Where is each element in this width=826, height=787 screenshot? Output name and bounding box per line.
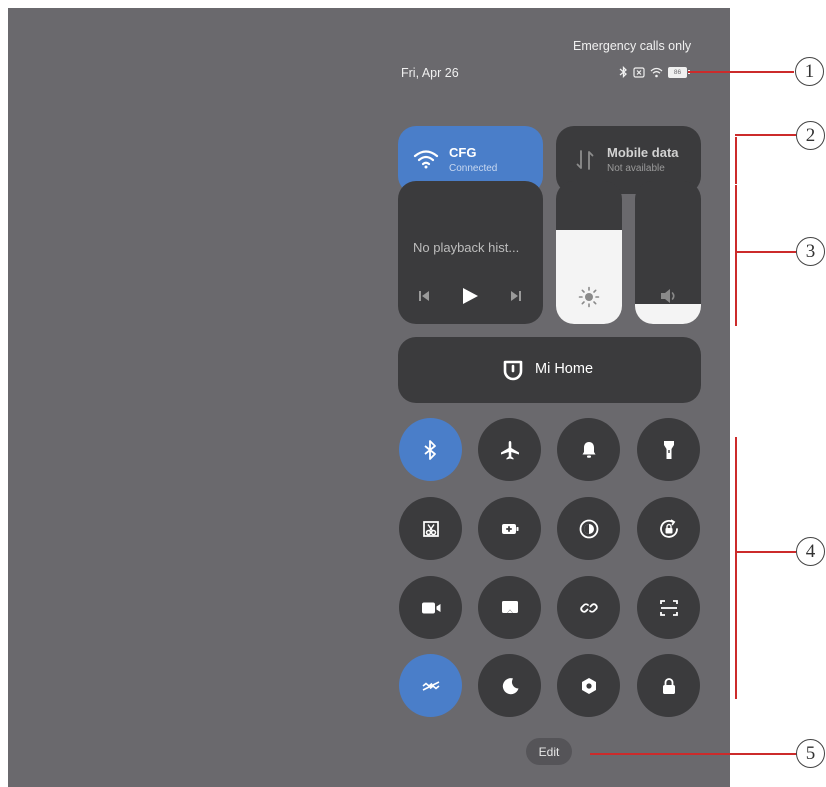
callout-line-1 — [688, 71, 794, 73]
callout-number-2: 2 — [796, 121, 825, 150]
callout-number-5: 5 — [796, 739, 825, 768]
flashlight-toggle[interactable] — [637, 418, 700, 481]
volume-icon — [661, 289, 675, 303]
callout-number-1: 1 — [795, 57, 824, 86]
status-icons: 86 — [619, 64, 690, 80]
brightness-slider-fill — [556, 229, 622, 324]
bluetooth-toggle[interactable] — [399, 418, 462, 481]
do-not-disturb-toggle[interactable] — [478, 654, 541, 717]
screenshot-icon — [422, 520, 439, 537]
callout-line-4 — [735, 551, 796, 553]
scanner-toggle[interactable] — [637, 576, 700, 639]
screenshot-toggle[interactable] — [399, 497, 462, 560]
bell-toggle[interactable] — [557, 418, 620, 481]
callout-bracket-3 — [735, 185, 737, 326]
scanner-icon — [659, 599, 678, 616]
cast-toggle[interactable] — [478, 576, 541, 639]
no-sim-icon — [633, 66, 645, 78]
settings-nut-icon — [581, 677, 596, 694]
mobile-data-title: Mobile data — [607, 145, 679, 160]
status-date: Fri, Apr 26 — [401, 66, 459, 80]
auto-rotate-lock-toggle[interactable] — [637, 497, 700, 560]
dark-mode-toggle[interactable] — [557, 497, 620, 560]
callout-line-3 — [735, 251, 796, 253]
mi-home-button[interactable]: Mi Home — [398, 337, 701, 403]
bluetooth-icon — [423, 439, 436, 460]
screen-recorder-toggle[interactable] — [399, 576, 462, 639]
bluetooth-status-icon — [619, 66, 627, 78]
callout-bracket-4 — [735, 437, 737, 699]
cast-icon — [501, 600, 518, 614]
lock-screen-icon — [662, 677, 675, 694]
screen-recorder-icon — [421, 602, 440, 613]
callout-number-4: 4 — [796, 537, 825, 566]
wifi-network-name: CFG — [449, 145, 477, 160]
play-icon[interactable] — [462, 287, 479, 305]
bell-icon — [582, 441, 595, 458]
edit-button[interactable]: Edit — [526, 738, 572, 765]
previous-track-icon[interactable] — [418, 290, 430, 302]
wifi-icon — [413, 150, 439, 169]
battery-saver-toggle[interactable] — [478, 497, 541, 560]
link-toggle[interactable] — [557, 576, 620, 639]
wifi-status-icon — [650, 67, 663, 77]
auto-rotate-lock-icon — [659, 518, 678, 538]
lock-screen-toggle[interactable] — [637, 654, 700, 717]
reading-mode-toggle[interactable] — [399, 654, 462, 717]
volume-slider[interactable] — [635, 181, 701, 324]
mi-home-icon — [503, 360, 523, 381]
callout-bracket-2 — [735, 137, 737, 184]
media-player-tile[interactable]: No playback hist... — [398, 181, 543, 324]
settings-nut-toggle[interactable] — [557, 654, 620, 717]
volume-slider-fill — [635, 303, 701, 324]
mobile-data-status: Not available — [607, 163, 665, 174]
mobile-data-icon — [576, 150, 594, 170]
wifi-status: Connected — [449, 163, 498, 174]
flashlight-icon — [663, 440, 674, 459]
callout-number-3: 3 — [796, 237, 825, 266]
mi-home-label: Mi Home — [535, 361, 594, 377]
callout-line-2 — [735, 134, 796, 136]
callout-line-5 — [590, 753, 797, 755]
brightness-slider[interactable] — [556, 181, 622, 324]
airplane-icon — [500, 440, 519, 459]
battery-level: 86 — [668, 66, 687, 78]
link-icon — [579, 602, 598, 613]
next-track-icon[interactable] — [510, 290, 522, 302]
airplane-toggle[interactable] — [478, 418, 541, 481]
do-not-disturb-icon — [502, 677, 518, 694]
battery-icon: 86 — [668, 66, 690, 78]
reading-mode-icon — [421, 680, 440, 691]
battery-saver-icon — [501, 523, 518, 534]
dark-mode-icon — [579, 519, 598, 538]
brightness-icon — [578, 286, 600, 308]
carrier-status-text: Emergency calls only — [573, 39, 692, 53]
media-title: No playback hist... — [413, 240, 520, 255]
